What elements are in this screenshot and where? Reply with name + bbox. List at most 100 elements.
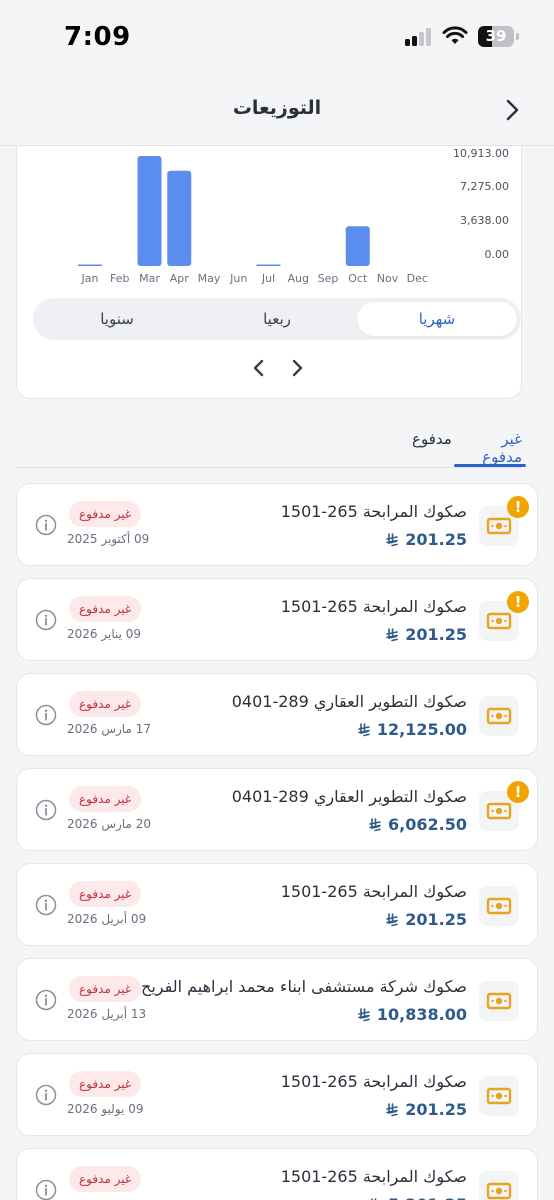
cash-icon bbox=[479, 1076, 519, 1116]
status-badge: غير مدفوع bbox=[69, 1071, 142, 1097]
y-tick-label: 7,275.00 bbox=[460, 180, 509, 193]
cash-icon bbox=[479, 886, 519, 926]
distribution-amount: 10,838.00 bbox=[357, 1005, 467, 1024]
chart-bar-jan[interactable] bbox=[78, 264, 102, 266]
riyal-currency-icon bbox=[386, 628, 399, 642]
distribution-title: صكوك المرابحة 265-1501 bbox=[280, 597, 467, 616]
distribution-date: 17 مارس 2026 bbox=[67, 722, 151, 736]
distribution-card[interactable]: صكوك المرابحة 265-1501 5,201.25 غير مدفو… bbox=[16, 1148, 538, 1200]
period-option-quarterly[interactable]: ربعيا bbox=[197, 302, 357, 336]
distribution-card[interactable]: صكوك التطوير العقاري 289-0401 12,125.00 … bbox=[16, 673, 538, 756]
amount-value: 201.25 bbox=[405, 1100, 467, 1119]
signal-icon bbox=[405, 28, 435, 46]
tab-paid[interactable]: مدفوع bbox=[412, 430, 452, 448]
amount-value: 12,125.00 bbox=[376, 720, 467, 739]
distribution-amount: 201.25 bbox=[385, 530, 467, 549]
chart-card: Jan Feb Mar Apr May Jun Jul Aug Sep Oct Nov Dec 0.00… bbox=[16, 146, 522, 399]
riyal-currency-icon bbox=[386, 533, 399, 547]
distribution-amount: 6,062.50 bbox=[368, 815, 467, 834]
x-tick-label: Oct bbox=[348, 272, 368, 285]
distribution-date: 13 أبريل 2026 bbox=[67, 1007, 147, 1021]
period-toggle: شهريا ربعيا سنويا bbox=[33, 298, 521, 340]
distribution-date: 09 أبريل 2026 bbox=[67, 912, 147, 926]
amount-value: 201.25 bbox=[405, 530, 467, 549]
distribution-amount: 201.25 bbox=[385, 625, 467, 644]
riyal-currency-icon bbox=[358, 1008, 370, 1022]
distribution-card[interactable]: صكوك المرابحة 265-1501 201.25 غير مدفوع … bbox=[16, 1053, 538, 1136]
cash-icon bbox=[479, 1171, 519, 1200]
info-icon[interactable] bbox=[35, 799, 57, 821]
distribution-title: صكوك المرابحة 265-1501 bbox=[280, 502, 467, 521]
info-icon[interactable] bbox=[35, 1084, 57, 1106]
amount-value: 10,838.00 bbox=[376, 1005, 467, 1024]
chevron-right-icon[interactable] bbox=[283, 354, 311, 382]
distribution-amount: 201.25 bbox=[385, 910, 467, 929]
x-tick-label: Jul bbox=[261, 272, 275, 285]
amount-value: 6,062.50 bbox=[388, 815, 467, 834]
cash-icon bbox=[479, 696, 519, 736]
period-option-yearly[interactable]: سنويا bbox=[37, 302, 197, 336]
info-icon[interactable] bbox=[35, 894, 57, 916]
y-tick-label: 10,913.00 bbox=[453, 147, 509, 160]
chart-bar-jul[interactable] bbox=[256, 264, 281, 266]
x-tick-label: Mar bbox=[139, 272, 160, 285]
distribution-card[interactable]: ! صكوك المرابحة 265-1501 201.25 غير مدفو… bbox=[16, 578, 538, 661]
warning-icon: ! bbox=[507, 496, 529, 518]
x-tick-label: Dec bbox=[407, 272, 428, 285]
distribution-date: 09 يوليو 2026 bbox=[67, 1102, 144, 1116]
amount-value: 5,201.25 bbox=[388, 1195, 467, 1200]
active-tab-indicator bbox=[454, 464, 526, 467]
x-tick-label: Aug bbox=[288, 272, 309, 285]
distribution-amount: 5,201.25 bbox=[368, 1195, 467, 1200]
info-icon[interactable] bbox=[35, 989, 57, 1011]
distribution-card[interactable]: صكوك المرابحة 265-1501 201.25 غير مدفوع … bbox=[16, 863, 538, 946]
status-time: 7:09 bbox=[64, 22, 131, 52]
period-option-monthly[interactable]: شهريا bbox=[357, 302, 517, 336]
distribution-title: صكوك المرابحة 265-1501 bbox=[280, 1167, 467, 1186]
info-icon[interactable] bbox=[35, 1179, 57, 1200]
distribution-amount: 201.25 bbox=[385, 1100, 467, 1119]
cash-icon bbox=[479, 981, 519, 1021]
status-tabs: غير مدفوع مدفوع bbox=[16, 420, 526, 468]
info-icon[interactable] bbox=[35, 704, 57, 726]
info-icon[interactable] bbox=[35, 609, 57, 631]
status-badge: غير مدفوع bbox=[69, 881, 142, 907]
chevron-left-icon[interactable] bbox=[245, 354, 273, 382]
x-tick-label: Jan bbox=[81, 272, 99, 285]
distribution-title: صكوك التطوير العقاري 289-0401 bbox=[231, 692, 467, 711]
nav-bar: التوزيعات bbox=[0, 74, 554, 146]
status-badge: غير مدفوع bbox=[69, 596, 142, 622]
x-tick-label: May bbox=[198, 272, 221, 285]
distribution-title: صكوك المرابحة 265-1501 bbox=[280, 1072, 467, 1091]
tab-unpaid[interactable]: غير مدفوع bbox=[459, 430, 522, 466]
info-icon[interactable] bbox=[35, 514, 57, 536]
riyal-currency-icon bbox=[386, 1103, 399, 1117]
status-bar: 7:09 39 bbox=[0, 0, 554, 74]
back-chevron-icon[interactable] bbox=[496, 94, 528, 126]
distribution-amount: 12,125.00 bbox=[357, 720, 467, 739]
wifi-icon bbox=[442, 26, 468, 44]
amount-value: 201.25 bbox=[405, 625, 467, 644]
status-badge: غير مدفوع bbox=[69, 976, 142, 1002]
distribution-card[interactable]: ! صكوك المرابحة 265-1501 201.25 غير مدفو… bbox=[16, 483, 538, 566]
x-tick-label: Apr bbox=[170, 272, 190, 285]
status-badge: غير مدفوع bbox=[69, 691, 142, 717]
chart-bar-mar[interactable] bbox=[137, 156, 162, 266]
chart-bar-apr[interactable] bbox=[167, 170, 192, 266]
battery-icon: 39 bbox=[478, 26, 514, 47]
y-tick-label: 0.00 bbox=[485, 248, 510, 261]
chart-bar-oct[interactable] bbox=[345, 226, 370, 266]
x-tick-label: Feb bbox=[110, 272, 129, 285]
distribution-card[interactable]: صكوك شركة مستشفى ابناء محمد ابراهيم الفر… bbox=[16, 958, 538, 1041]
riyal-currency-icon bbox=[386, 913, 399, 927]
riyal-currency-icon bbox=[369, 818, 381, 832]
x-tick-label: Sep bbox=[318, 272, 339, 285]
distribution-date: 20 مارس 2026 bbox=[67, 817, 151, 831]
distribution-title: صكوك التطوير العقاري 289-0401 bbox=[231, 787, 467, 806]
riyal-currency-icon bbox=[358, 723, 370, 737]
status-badge: غير مدفوع bbox=[69, 786, 142, 812]
distribution-date: 09 يناير 2026 bbox=[67, 627, 142, 641]
distribution-card[interactable]: ! صكوك التطوير العقاري 289-0401 6,062.50… bbox=[16, 768, 538, 851]
status-badge: غير مدفوع bbox=[69, 501, 142, 527]
battery-cap bbox=[516, 33, 519, 40]
